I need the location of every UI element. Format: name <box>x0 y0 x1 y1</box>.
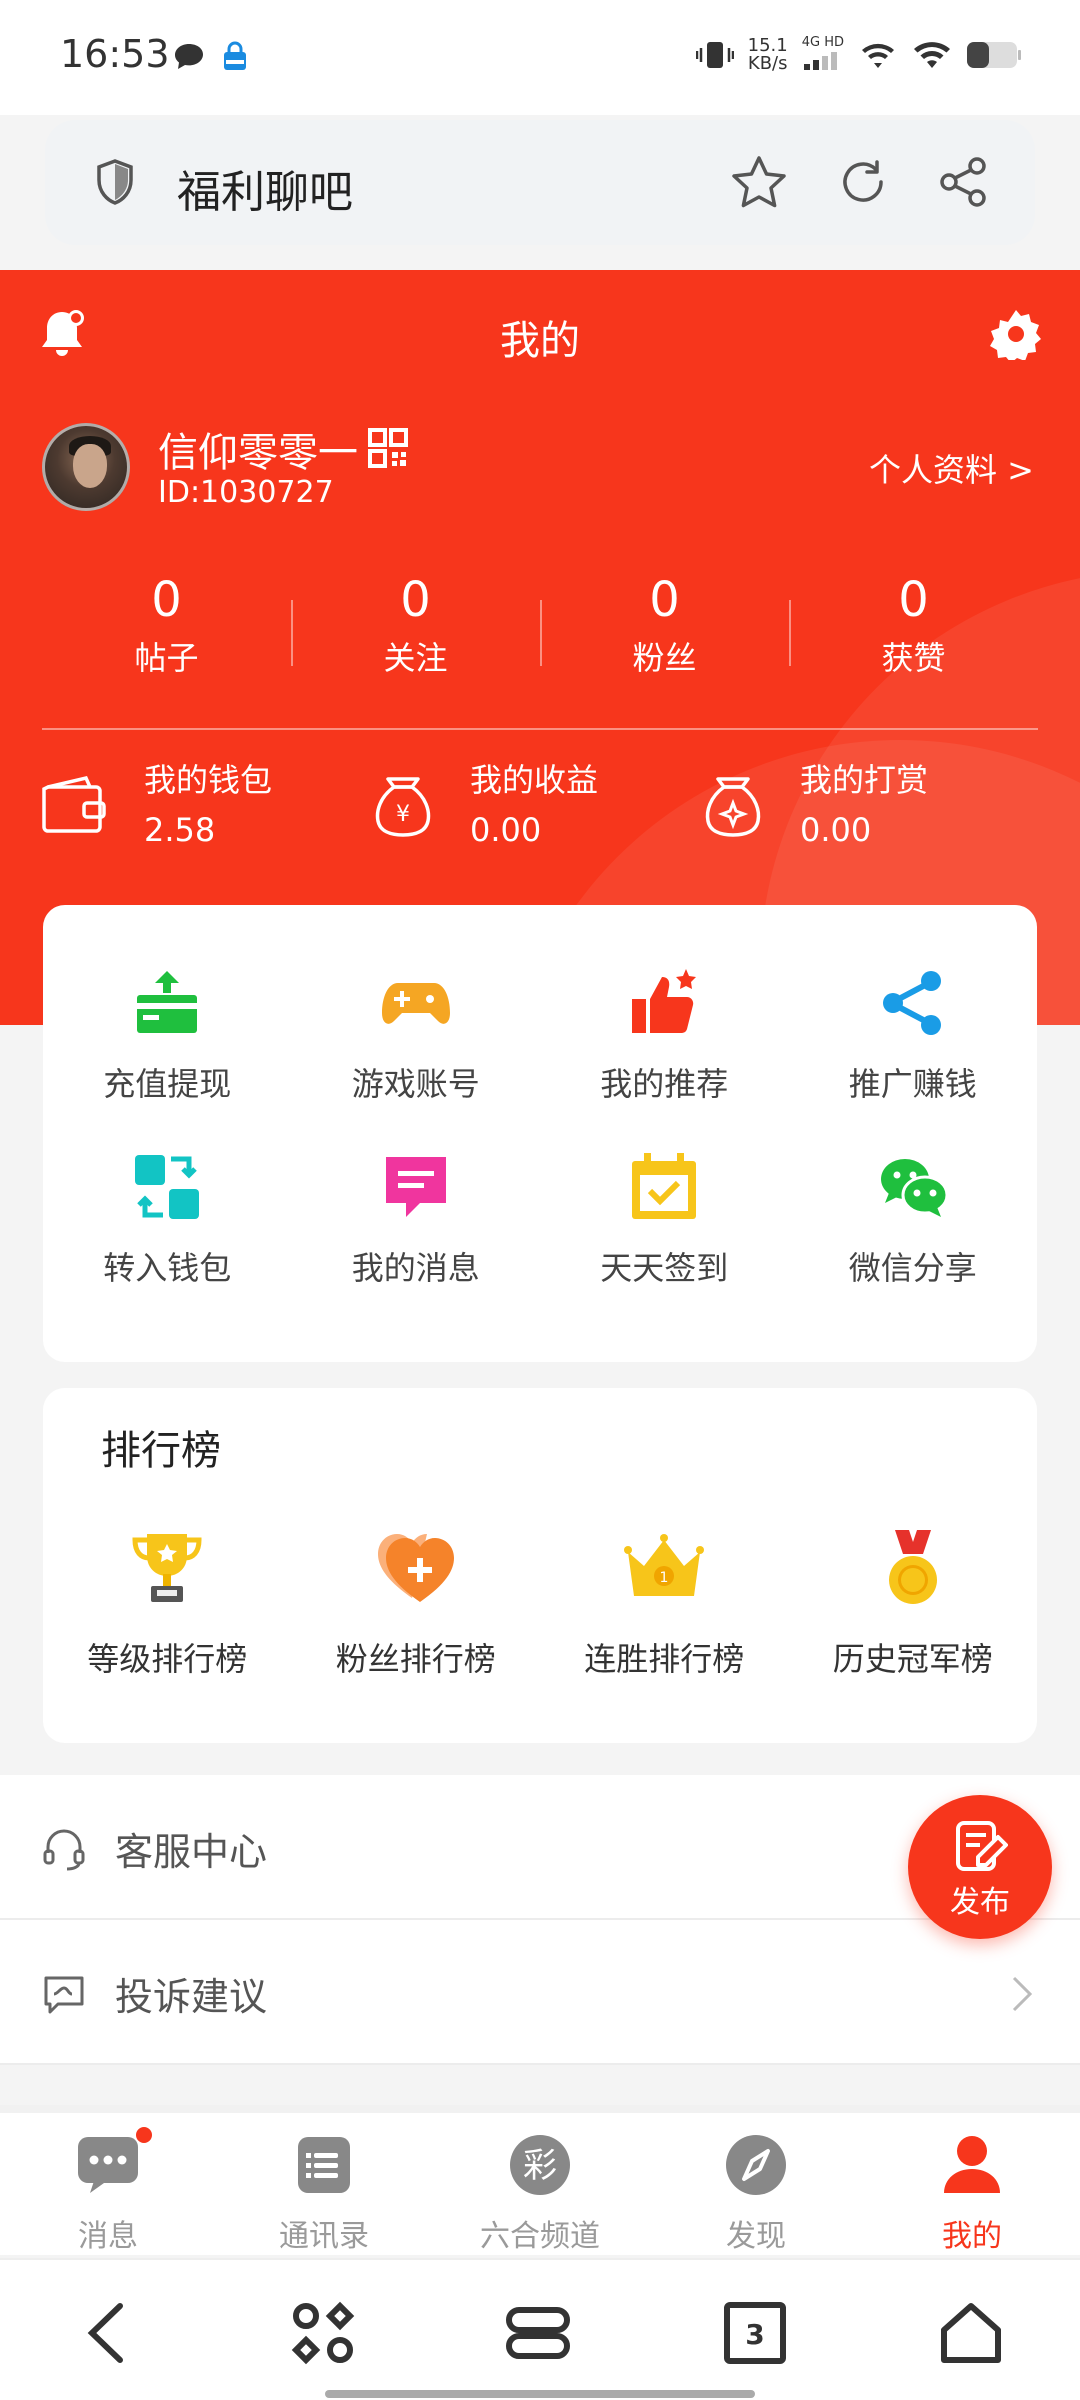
user-id: ID:1030727 <box>158 475 334 510</box>
contacts-book-icon <box>298 2137 350 2193</box>
trophy-icon <box>132 1534 202 1602</box>
compass-icon <box>726 2135 786 2195</box>
tab-me[interactable]: 我的 <box>864 2113 1080 2255</box>
system-navigation-bar: 3 <box>0 2258 1080 2400</box>
chat-bubble-icon <box>175 44 203 69</box>
ranking-item-streak[interactable]: 1 连胜排行榜 <box>540 1528 789 1680</box>
feature-grid: 充值提现 游戏账号 我的推荐 推广赚钱 转入钱包 我的消息 天天签到 微信分享 <box>43 905 1037 1305</box>
calendar-check-icon <box>632 1153 697 1219</box>
ranking-card: 排行榜 等级排行榜 粉丝排行榜 1 连胜排行榜 历史冠军榜 <box>43 1388 1037 1743</box>
tab-badge-dot <box>136 2127 152 2143</box>
back-icon[interactable] <box>82 2300 132 2366</box>
chevron-right-icon <box>1012 1976 1033 2012</box>
avatar[interactable] <box>42 423 130 511</box>
svg-text:1: 1 <box>660 1570 669 1586</box>
wallet-icon <box>42 775 106 833</box>
edit-note-icon <box>956 1821 1008 1871</box>
tab-discover[interactable]: 发现 <box>648 2113 864 2255</box>
lock-badge-icon <box>224 41 246 70</box>
user-icon <box>944 2136 1000 2193</box>
list-item-feedback[interactable]: 投诉建议 <box>0 1920 1080 2065</box>
shield-icon[interactable] <box>95 158 135 206</box>
ranking-item-fans[interactable]: 粉丝排行榜 <box>292 1528 541 1680</box>
share-icon[interactable] <box>935 154 991 210</box>
browser-page-title: 福利聊吧 <box>177 167 353 218</box>
gamepad-icon <box>381 983 450 1024</box>
wallet-item-earnings[interactable]: ¥ 我的收益 0.00 <box>372 755 692 865</box>
refresh-icon[interactable] <box>835 154 891 210</box>
publish-label: 发布 <box>950 1885 1010 1920</box>
menu-item-promote[interactable]: 推广赚钱 <box>789 905 1038 1105</box>
gear-icon[interactable] <box>990 308 1042 360</box>
stat-likes[interactable]: 0 获赞 <box>789 570 1038 680</box>
menu-item-game-account[interactable]: 游戏账号 <box>292 905 541 1105</box>
recharge-withdraw-icon <box>137 971 198 1033</box>
reward-bag-icon <box>705 777 761 837</box>
home-indicator[interactable] <box>325 2390 755 2398</box>
transfer-icon <box>135 1155 200 1219</box>
home-icon[interactable] <box>938 2300 1004 2366</box>
stat-fans[interactable]: 0 粉丝 <box>540 570 789 680</box>
menu-item-checkin[interactable]: 天天签到 <box>540 1105 789 1305</box>
qr-code-icon[interactable] <box>368 428 408 468</box>
money-bag-icon: ¥ <box>375 777 431 837</box>
ranking-title: 排行榜 <box>101 1428 221 1474</box>
stat-following[interactable]: 0 关注 <box>291 570 540 680</box>
wallet-item-wallet[interactable]: 我的钱包 2.58 <box>42 755 362 865</box>
menu-item-recommend[interactable]: 我的推荐 <box>540 905 789 1105</box>
share-nodes-icon <box>882 971 941 1035</box>
stats-row: 0 帖子 0 关注 0 粉丝 0 获赞 <box>42 570 1038 680</box>
svg-text:3: 3 <box>745 2318 764 2351</box>
wifi-icon <box>914 42 950 68</box>
bottom-tab-bar: 消息 通讯录 彩 六合频道 发现 我的 <box>0 2105 1080 2255</box>
divider <box>42 728 1038 730</box>
battery-icon <box>967 42 1021 68</box>
browser-address-bar[interactable]: 福利聊吧 <box>45 120 1035 245</box>
signal-icon <box>803 52 837 70</box>
menu-item-wechat-share[interactable]: 微信分享 <box>789 1105 1038 1305</box>
tab-lottery-channel[interactable]: 彩 六合频道 <box>432 2113 648 2255</box>
menu-pill-icon[interactable] <box>505 2300 571 2366</box>
status-right-icons: 15.1 KB/s 4G HD <box>695 35 1022 74</box>
tab-contacts[interactable]: 通讯录 <box>216 2113 432 2255</box>
stat-posts[interactable]: 0 帖子 <box>42 570 291 680</box>
medal-icon <box>888 1530 937 1604</box>
wallet-item-tips[interactable]: 我的打赏 0.00 <box>702 755 1032 865</box>
heart-plus-icon <box>377 1534 454 1602</box>
status-left-icons <box>172 40 250 74</box>
user-name: 信仰零零一 <box>158 430 358 476</box>
lottery-icon: 彩 <box>510 2135 570 2195</box>
menu-item-messages[interactable]: 我的消息 <box>292 1105 541 1305</box>
publish-button[interactable]: 发布 <box>908 1795 1052 1939</box>
menu-item-recharge[interactable]: 充值提现 <box>43 905 292 1105</box>
thumbs-up-icon <box>632 969 697 1033</box>
status-time: 16:53 <box>60 32 170 76</box>
wechat-icon <box>880 1159 949 1217</box>
crown-icon: 1 <box>624 1534 705 1596</box>
headset-icon <box>43 1829 85 1871</box>
feedback-icon <box>44 1976 84 2014</box>
profile-link[interactable]: 个人资料 > <box>869 445 1034 491</box>
chat-dots-icon <box>78 2137 138 2193</box>
wifi-alt-icon <box>862 43 894 68</box>
signal-4g: 4G HD <box>802 36 844 74</box>
vibrate-icon <box>695 42 734 68</box>
menu-item-transfer[interactable]: 转入钱包 <box>43 1105 292 1305</box>
svg-text:彩: 彩 <box>523 2146 557 2186</box>
star-icon[interactable] <box>730 154 788 210</box>
svg-text:¥: ¥ <box>396 802 410 827</box>
tabs-grid-icon[interactable] <box>290 2300 356 2366</box>
ranking-item-champion[interactable]: 历史冠军榜 <box>789 1528 1038 1680</box>
message-icon <box>385 1157 446 1217</box>
ranking-grid: 等级排行榜 粉丝排行榜 1 连胜排行榜 历史冠军榜 <box>43 1528 1037 1680</box>
wallet-row: 我的钱包 2.58 ¥ 我的收益 0.00 我的打赏 0.00 <box>42 755 1038 865</box>
tab-count-icon[interactable]: 3 <box>722 2300 788 2366</box>
ranking-item-level[interactable]: 等级排行榜 <box>43 1528 292 1680</box>
tab-messages[interactable]: 消息 <box>0 2113 216 2255</box>
feature-menu-card: 充值提现 游戏账号 我的推荐 推广赚钱 转入钱包 我的消息 天天签到 微信分享 <box>43 905 1037 1362</box>
page-title: 我的 <box>500 318 580 364</box>
status-bar: 16:53 15.1 KB/s 4G HD <box>0 0 1080 115</box>
net-speed: 15.1 KB/s <box>747 35 788 74</box>
